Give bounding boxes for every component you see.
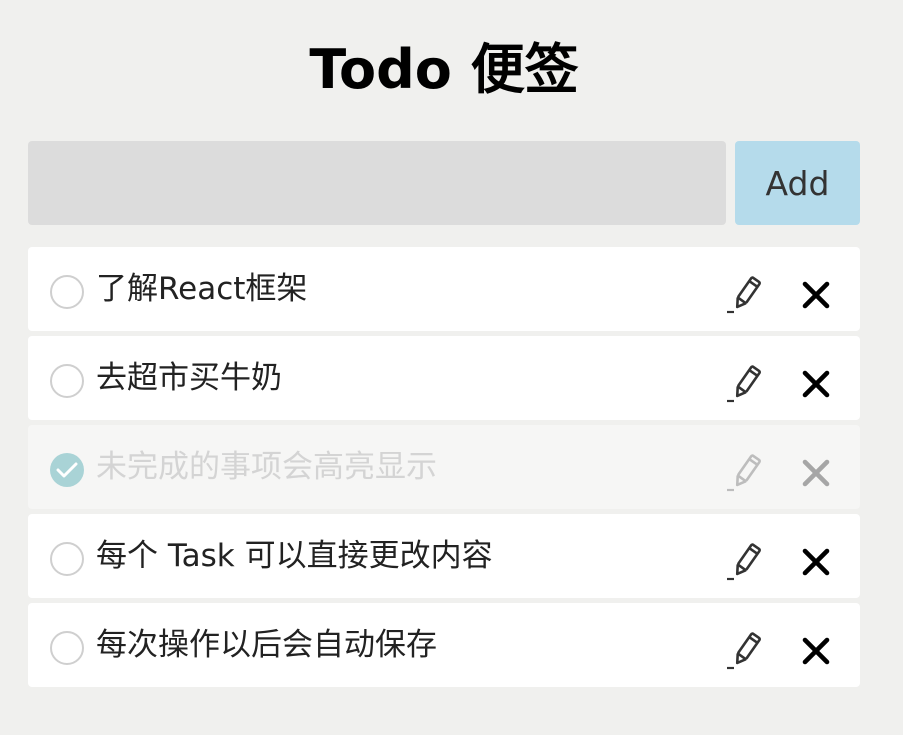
todo-checkbox[interactable]	[50, 542, 84, 576]
todo-label[interactable]: 了解React框架	[96, 269, 307, 309]
todo-app: Todo 便签 Add 了解React框架 去超市买牛奶 未完成的事项会高亮显示…	[0, 0, 903, 735]
edit-button[interactable]	[725, 275, 765, 315]
page-title: Todo 便签	[309, 38, 579, 101]
edit-button[interactable]	[725, 453, 765, 493]
new-todo-row: Add	[28, 141, 860, 225]
edit-button[interactable]	[725, 631, 765, 671]
pencil-icon	[727, 276, 761, 314]
todo-label[interactable]: 去超市买牛奶	[96, 358, 282, 398]
new-todo-input[interactable]	[28, 141, 726, 225]
close-icon	[802, 370, 830, 398]
pencil-icon	[727, 632, 761, 670]
todo-label[interactable]: 每次操作以后会自动保存	[96, 625, 437, 665]
todo-checkbox[interactable]	[50, 275, 84, 309]
delete-button[interactable]	[801, 636, 831, 666]
edit-button[interactable]	[725, 364, 765, 404]
todo-checkbox[interactable]	[50, 631, 84, 665]
close-icon	[802, 548, 830, 576]
edit-button[interactable]	[725, 542, 765, 582]
close-icon	[802, 281, 830, 309]
todo-item-3: 未完成的事项会高亮显示	[28, 425, 860, 509]
delete-button[interactable]	[801, 458, 831, 488]
delete-button[interactable]	[801, 369, 831, 399]
check-icon	[56, 462, 78, 478]
pencil-icon	[727, 365, 761, 403]
delete-button[interactable]	[801, 547, 831, 577]
pencil-icon	[727, 543, 761, 581]
close-icon	[802, 459, 830, 487]
todo-checkbox[interactable]	[50, 364, 84, 398]
todo-label[interactable]: 未完成的事项会高亮显示	[96, 447, 437, 487]
delete-button[interactable]	[801, 280, 831, 310]
todo-item-1: 了解React框架	[28, 247, 860, 331]
close-icon	[802, 637, 830, 665]
pencil-icon	[727, 454, 761, 492]
add-button[interactable]: Add	[735, 141, 860, 225]
todo-list: 了解React框架 去超市买牛奶 未完成的事项会高亮显示 每个 Task 可以直…	[28, 247, 860, 692]
todo-checkbox[interactable]	[50, 453, 84, 487]
todo-item-2: 去超市买牛奶	[28, 336, 860, 420]
todo-label[interactable]: 每个 Task 可以直接更改内容	[96, 536, 493, 576]
todo-item-4: 每个 Task 可以直接更改内容	[28, 514, 860, 598]
todo-item-5: 每次操作以后会自动保存	[28, 603, 860, 687]
